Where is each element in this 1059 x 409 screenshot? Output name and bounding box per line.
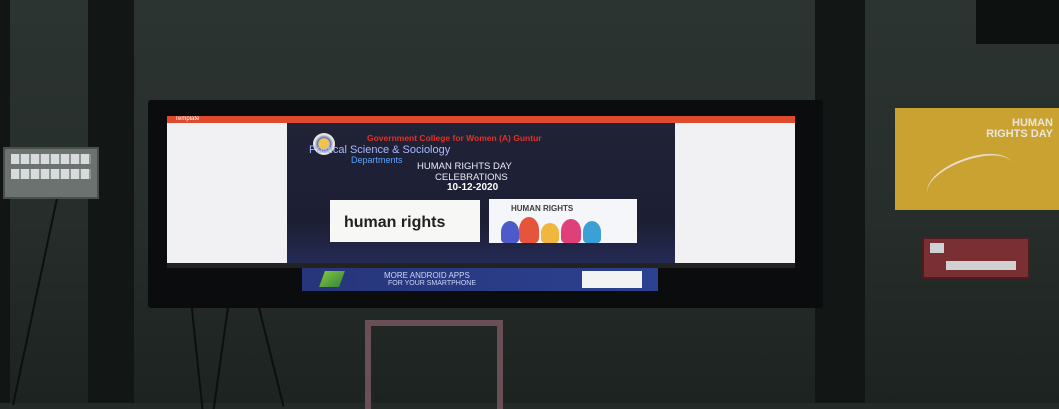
ad-brand-logo	[582, 271, 642, 288]
left-edge	[0, 0, 10, 403]
switch-board-left	[3, 147, 99, 199]
person-figure	[519, 217, 539, 243]
human-rights-word-cloud-image: human rights	[330, 200, 480, 242]
wall-poster: HUMAN RIGHTS DAY	[895, 108, 1059, 215]
word-cloud-title: human rights	[344, 214, 446, 231]
person-figure	[561, 219, 581, 243]
top-bar-label: Template	[175, 116, 200, 122]
poster-drawing	[920, 143, 1020, 215]
department-line2: Departments	[351, 155, 403, 165]
socket-strip	[946, 261, 1016, 270]
event-date: 10-12-2020	[447, 182, 499, 193]
presentation-slide: Government College for Women (A) Guntur …	[287, 123, 675, 268]
switch-box-right	[922, 237, 1030, 279]
wall-vent	[976, 0, 1059, 44]
pillar-left	[88, 0, 134, 403]
event-title-line1: HUMAN RIGHTS DAY	[417, 161, 512, 172]
human-rights-people-image: HUMAN RIGHTS	[489, 199, 637, 243]
top-bar: Template	[167, 116, 795, 123]
poster-title: HUMAN RIGHTS DAY	[986, 117, 1053, 140]
person-figure	[541, 223, 559, 243]
person-figure	[583, 221, 601, 243]
tv-screen: Template Government College for Women (A…	[167, 116, 795, 268]
person-figure	[501, 221, 519, 243]
ad-banner[interactable]: MORE ANDROID APPS FOR YOUR SMARTPHONE	[302, 268, 658, 291]
college-name: Government College for Women (A) Guntur	[367, 133, 542, 143]
wooden-frame	[365, 320, 503, 409]
ad-text-line2: FOR YOUR SMARTPHONE	[388, 280, 477, 287]
ad-text-line1: MORE ANDROID APPS	[384, 271, 470, 280]
switch	[930, 243, 944, 253]
people-image-title: HUMAN RIGHTS	[511, 204, 574, 213]
app-logo-icon	[319, 271, 345, 287]
